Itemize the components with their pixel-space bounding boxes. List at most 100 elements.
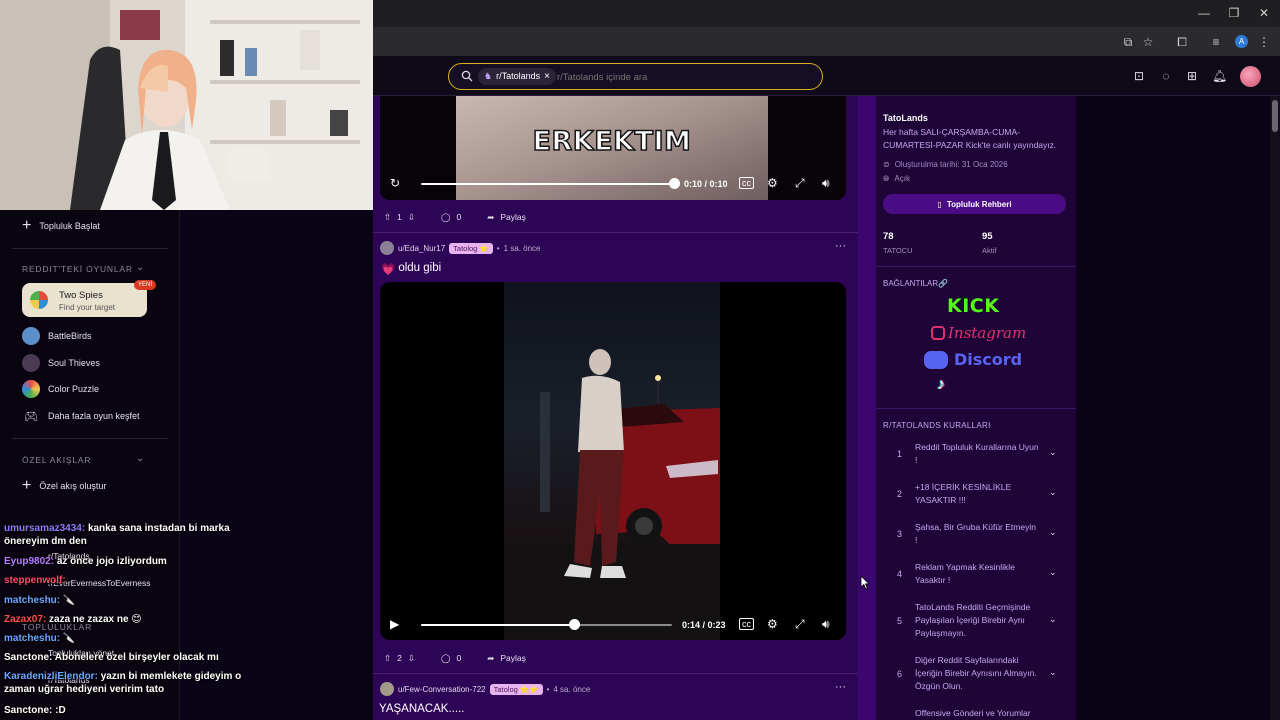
rule-text[interactable]: Şahsa, Bir Gruba Küfür Etmeyin ! [915, 521, 1040, 547]
ads-icon[interactable]: ⊡ [1132, 69, 1146, 83]
rule-text[interactable]: TatoLands Redditi Geçmişinde Paylaşılan … [915, 601, 1040, 640]
tiktok-icon: ♪ [937, 376, 945, 393]
post3-author[interactable]: u/Few-Conversation-722 [398, 685, 486, 694]
chat-message: matcheshu: 🔪 [4, 594, 274, 607]
custom-feeds-heading: ÖZEL AKIŞLAR [22, 455, 92, 465]
captions-icon[interactable]: cc [739, 618, 754, 630]
post-divider [373, 673, 858, 674]
post2-share-button[interactable]: ➦ Paylaş [479, 648, 534, 668]
start-community-item[interactable]: + Topluluk Başlat [22, 217, 100, 235]
rule-number: 3 [897, 529, 903, 539]
post1-comments-button[interactable]: ◯ 0 [433, 207, 469, 227]
instagram-link[interactable]: Instagram [931, 324, 1026, 342]
chat-username: steppenwolf: [4, 575, 66, 586]
close-window-button[interactable]: ✕ [1256, 6, 1272, 20]
chat-icon[interactable]: ◌ [1159, 69, 1173, 83]
post3-title[interactable]: YAŞANACAK..... [379, 703, 464, 715]
divider [876, 408, 1076, 409]
chat-username: Eyup9802: [4, 556, 55, 567]
create-post-icon[interactable]: ⊞ [1185, 69, 1199, 83]
upvote-icon[interactable]: ⇧ [384, 212, 391, 223]
discord-label: Discord [954, 350, 1023, 369]
settings-gear-icon[interactable]: ⚙ [767, 176, 778, 190]
post1-progress-track[interactable] [421, 183, 674, 185]
install-app-icon[interactable]: ⧉ [1120, 35, 1136, 50]
scrollbar-thumb[interactable] [1272, 100, 1278, 132]
upvote-icon[interactable]: ⇧ [384, 653, 391, 664]
featured-game-card[interactable]: Two Spies Find your target [22, 283, 147, 317]
game-item-soul-thieves[interactable]: Soul Thieves [22, 354, 100, 372]
share-label: Paylaş [500, 212, 526, 222]
dot-separator: • [496, 243, 500, 253]
downvote-icon[interactable]: ⇩ [408, 653, 415, 664]
downvote-icon[interactable]: ⇩ [408, 212, 415, 223]
post2-progress-handle[interactable] [568, 619, 580, 630]
maximize-button[interactable]: ❐ [1226, 6, 1242, 20]
street-light [655, 375, 661, 381]
post1-comments: 0 [456, 212, 462, 222]
volume-icon[interactable]: 🔊︎ [822, 176, 830, 191]
game-label: Color Puzzle [48, 384, 100, 394]
replay-icon[interactable]: ↻ [390, 176, 400, 190]
rule-text[interactable]: Offensive Gönderi ve Yorumlar [915, 707, 1040, 720]
person-shirt [578, 375, 624, 452]
webcam-scene [0, 0, 373, 210]
reading-list-icon[interactable]: ≡ [1208, 35, 1224, 49]
chevron-down-icon[interactable]: ⌄ [136, 453, 144, 464]
chevron-down-icon[interactable]: ⌄ [136, 262, 144, 273]
post3-age: 4 sa. önce [553, 684, 591, 694]
search-input[interactable] [557, 69, 807, 85]
guide-label: Topluluk Rehberi [946, 199, 1012, 209]
chevron-down-icon[interactable]: ⌄ [1049, 614, 1057, 625]
play-icon[interactable]: ▶ [390, 617, 399, 631]
kick-link[interactable]: KICK [947, 295, 999, 317]
chevron-down-icon[interactable]: ⌄ [1049, 567, 1057, 578]
rule-text[interactable]: Diğer Reddit Sayfalarındaki İçeriğin Bir… [915, 654, 1040, 693]
fullscreen-icon[interactable]: ⤢ [795, 617, 805, 632]
community-guide-button[interactable]: ▯ Topluluk Rehberi [883, 194, 1066, 214]
rule-text[interactable]: +18 İÇERİK KESİNLİKLE YASAKTIR !!! [915, 481, 1040, 507]
discord-link[interactable]: Discord [924, 350, 1022, 369]
bookmark-star-icon[interactable]: ☆ [1140, 35, 1156, 49]
person-head [589, 349, 611, 375]
post2-comments-button[interactable]: ◯ 0 [433, 648, 469, 668]
rule-text[interactable]: Reklam Yapmak Kesinlikle Yasaktır ! [915, 561, 1040, 587]
video-scene-illustration [504, 349, 720, 640]
game-item-battlebirds[interactable]: BattleBirds [22, 327, 92, 345]
author-avatar[interactable] [380, 241, 394, 255]
settings-gear-icon[interactable]: ⚙ [767, 617, 778, 631]
create-feed-item[interactable]: + Özel akış oluştur [22, 477, 106, 495]
post2-title-row[interactable]: 💗 oldu gibi [381, 262, 441, 276]
chevron-down-icon[interactable]: ⌄ [1049, 447, 1057, 458]
notifications-icon[interactable]: 🔔︎ [1212, 69, 1227, 83]
chat-text: 🔪 [62, 595, 76, 606]
chat-message: Zazax07: zaza ne zazax ne 😊 [4, 613, 274, 626]
captions-icon[interactable]: cc [739, 177, 754, 189]
volume-icon[interactable]: 🔊︎ [822, 617, 830, 632]
post3-more-button[interactable]: ··· [835, 681, 846, 693]
chip-close-icon[interactable]: × [544, 68, 550, 85]
page-scrollbar[interactable] [1270, 96, 1280, 720]
chevron-down-icon[interactable]: ⌄ [1049, 527, 1057, 538]
game-item-color-puzzle[interactable]: Color Puzzle [22, 380, 99, 398]
post1-progress-handle[interactable] [668, 178, 680, 189]
post2-more-button[interactable]: ··· [835, 240, 846, 252]
discover-games-item[interactable]: 🎮︎ Daha fazla oyun keşfet [22, 407, 140, 425]
post2-flair: Tatolog ⭐ [449, 242, 493, 254]
browser-menu-icon[interactable]: ⋮ [1256, 35, 1272, 49]
browser-profile-avatar[interactable]: A [1235, 35, 1248, 48]
fullscreen-icon[interactable]: ⤢ [795, 176, 805, 191]
author-avatar[interactable] [380, 682, 394, 696]
search-community-chip[interactable]: ♞ r/Tatolands × [478, 68, 556, 85]
chevron-down-icon[interactable]: ⌄ [1049, 667, 1057, 678]
minimize-button[interactable]: — [1196, 6, 1212, 20]
chevron-down-icon[interactable]: ⌄ [1049, 487, 1057, 498]
post1-share-button[interactable]: ➦ Paylaş [479, 207, 534, 227]
user-avatar[interactable] [1240, 66, 1261, 87]
post2-author[interactable]: u/Eda_Nur17 [398, 244, 445, 253]
extensions-icon[interactable]: ⧠ [1174, 35, 1190, 50]
online-label: Aktif [982, 246, 997, 255]
tiktok-link[interactable]: ♪ TikTok [937, 376, 996, 394]
created-row: ⊜ Oluşturulma tarihi: 31 Oca 2026 [883, 160, 1008, 169]
rule-text[interactable]: Reddit Topluluk Kurallarına Uyun ! [915, 441, 1040, 467]
